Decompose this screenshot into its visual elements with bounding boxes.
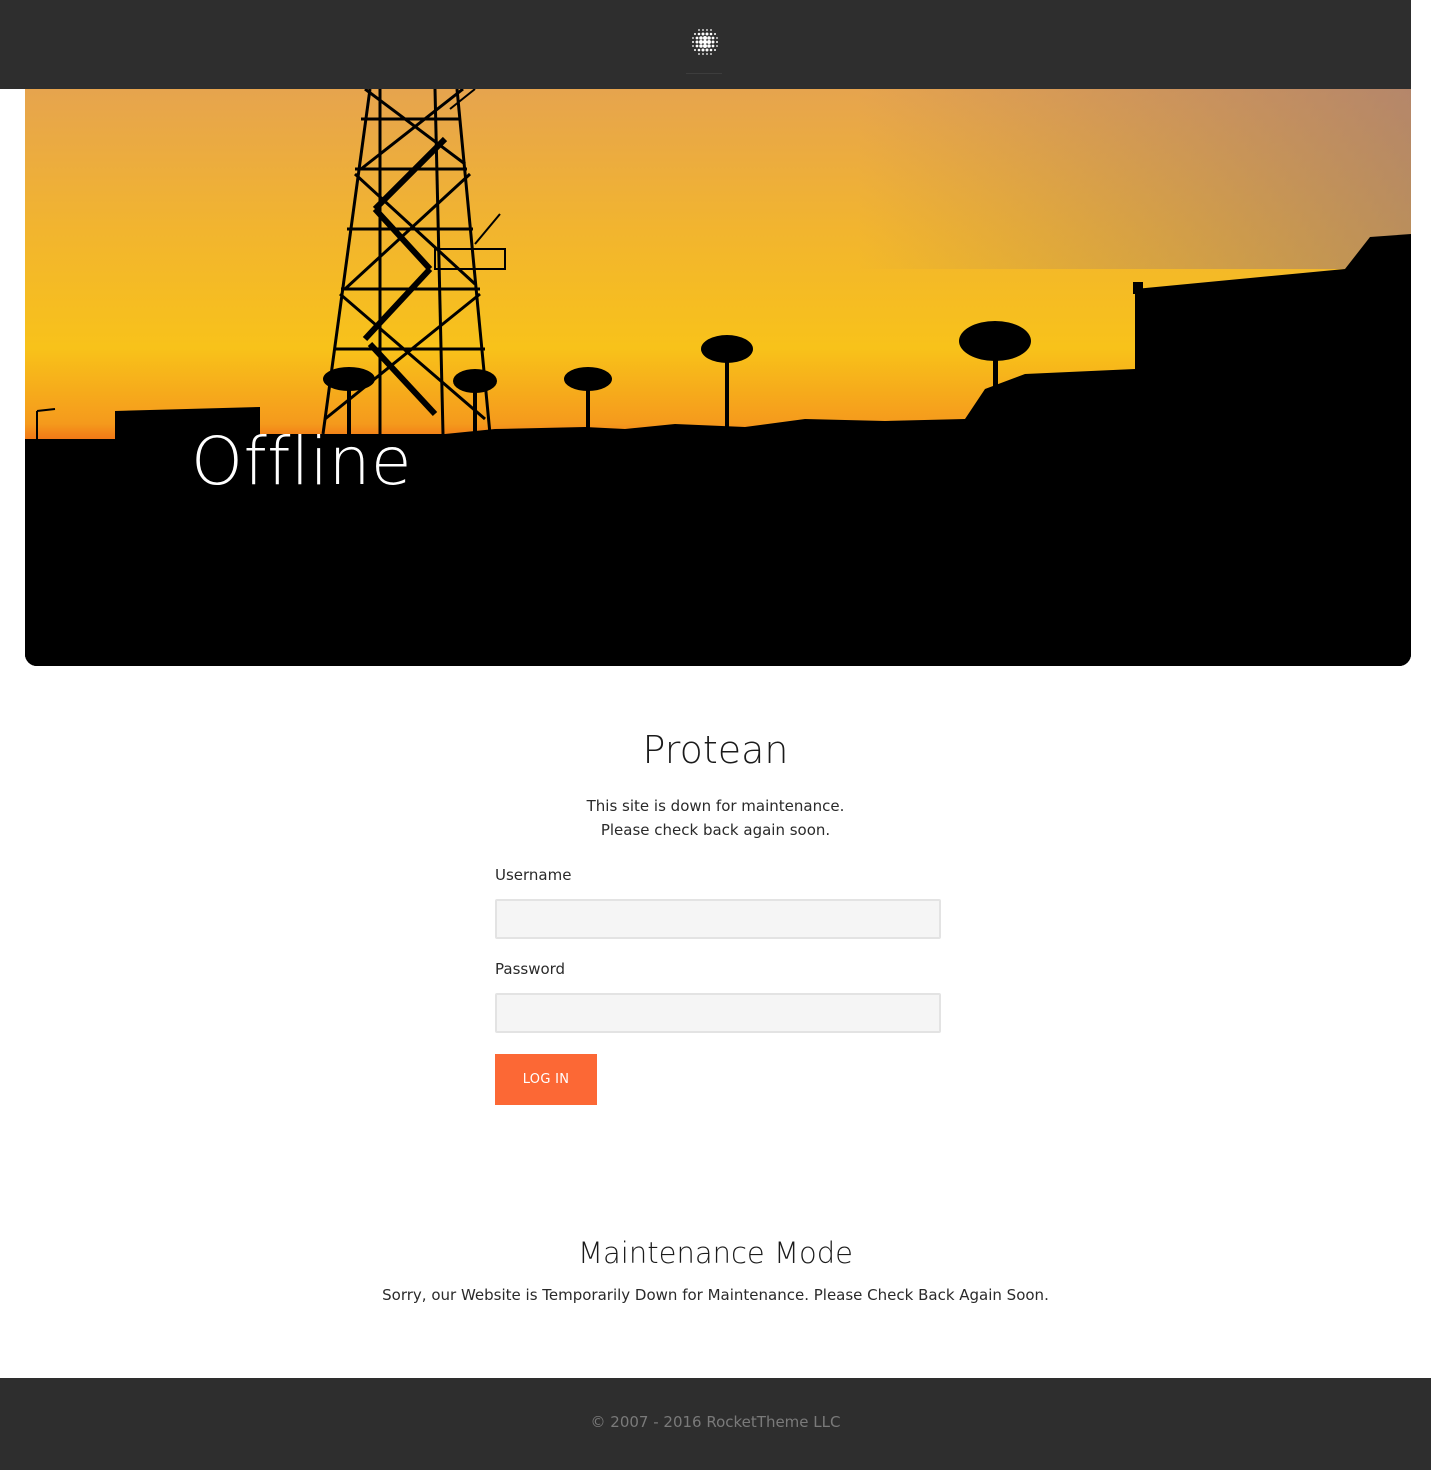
rockettheme-logo-icon[interactable]: [688, 25, 722, 59]
username-label: Username: [495, 866, 572, 884]
hero-banner: Offline: [25, 89, 1411, 666]
login-button[interactable]: LOG IN: [495, 1054, 597, 1105]
copyright-text: © 2007 - 2016 RocketTheme LLC: [590, 1413, 841, 1431]
site-footer: © 2007 - 2016 RocketTheme LLC: [0, 1378, 1431, 1470]
maintenance-message-line1: This site is down for maintenance.: [586, 797, 845, 815]
maintenance-message-line2: Please check back again soon.: [600, 821, 831, 839]
password-input[interactable]: [495, 993, 941, 1033]
sunset-launch-tower-image: [25, 89, 1411, 666]
maintenance-title: Maintenance Mode: [578, 1236, 853, 1270]
username-input[interactable]: [495, 899, 941, 939]
site-title: Protean: [642, 728, 789, 772]
logo-underline: [686, 73, 722, 74]
site-header: [0, 0, 1411, 89]
maintenance-text: Sorry, our Website is Temporarily Down f…: [382, 1286, 1049, 1304]
hero-title: Offline: [191, 423, 413, 500]
password-label: Password: [495, 960, 566, 978]
